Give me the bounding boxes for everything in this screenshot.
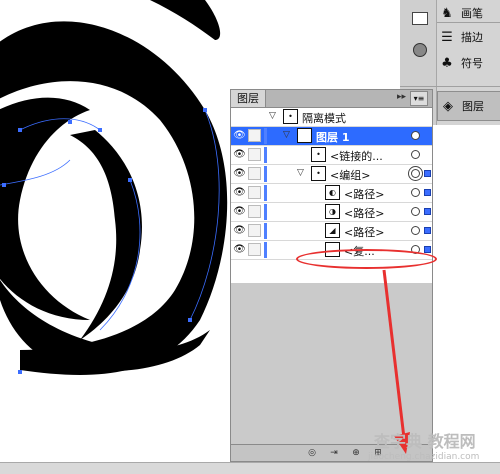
selection-square-icon[interactable]	[424, 208, 431, 215]
selection-square-icon[interactable]	[424, 227, 431, 234]
layer-color-bar	[264, 128, 267, 144]
layer-name: <路径>	[344, 226, 385, 239]
layer-row[interactable]: 👁 ▽ • <编组>	[231, 165, 432, 184]
visibility-eye-icon[interactable]: 👁	[233, 129, 246, 142]
lock-toggle[interactable]	[248, 148, 261, 161]
status-bar	[0, 462, 500, 474]
dock-divider	[437, 22, 500, 23]
lock-toggle[interactable]	[248, 167, 261, 180]
annotation-ellipse	[296, 249, 437, 269]
lock-toggle[interactable]	[248, 224, 261, 237]
symbol-icon: ♣	[441, 55, 453, 71]
dock-item-symbol[interactable]: ♣ 符号	[437, 50, 500, 76]
visibility-eye-icon[interactable]: 👁	[233, 148, 246, 161]
layer-name: <链接的...	[330, 150, 383, 163]
panel-menu-button[interactable]: ▾≡	[410, 91, 428, 106]
dock-item-label: 描边	[461, 31, 483, 44]
layer-row[interactable]: ▽ • 隔离模式	[231, 108, 432, 127]
layer-name: 隔离模式	[302, 112, 346, 125]
layer-row[interactable]: 👁 ◑ <路径>	[231, 203, 432, 222]
selection-square-icon[interactable]	[424, 189, 431, 196]
tab-layers[interactable]: 图层	[231, 90, 266, 107]
dock-item-stroke[interactable]: ☰ 描边	[437, 24, 500, 50]
layer-row[interactable]: 👁 ◐ <路径>	[231, 184, 432, 203]
visibility-eye-icon[interactable]: 👁	[233, 186, 246, 199]
target-circle-icon[interactable]	[411, 169, 420, 178]
layer-row[interactable]: 👁 ▽ • 图层 1	[231, 127, 432, 146]
layer-thumbnail: ◢	[325, 223, 340, 238]
target-circle-icon[interactable]	[411, 207, 420, 216]
layer-row[interactable]: 👁 • <链接的...	[231, 146, 432, 165]
target-circle-icon[interactable]	[411, 131, 420, 140]
layer-color-bar	[264, 166, 267, 182]
locate-object-icon[interactable]: ◎	[305, 447, 319, 459]
visibility-eye-icon[interactable]: 👁	[233, 224, 246, 237]
annotation-arrow	[382, 269, 410, 454]
lock-toggle[interactable]	[248, 186, 261, 199]
stroke-icon: ☰	[441, 29, 453, 45]
layer-thumbnail: ◐	[325, 185, 340, 200]
layer-name: <路径>	[344, 188, 385, 201]
layer-color-bar	[264, 223, 267, 239]
selection-square-icon[interactable]	[424, 170, 431, 177]
lock-toggle[interactable]	[248, 129, 261, 142]
layers-icon: ◈	[443, 98, 453, 114]
swatch-icon[interactable]	[408, 6, 432, 30]
layer-color-bar	[264, 242, 267, 258]
visibility-eye-icon[interactable]: 👁	[233, 243, 246, 256]
target-circle-icon[interactable]	[411, 188, 420, 197]
artwork	[0, 0, 228, 375]
make-clipping-mask-icon[interactable]: ⇥	[327, 447, 341, 459]
dock-item-layers[interactable]: ◈ 图层	[437, 91, 500, 121]
expand-triangle-icon[interactable]: ▽	[297, 168, 304, 178]
layer-name: 图层 1	[316, 131, 350, 144]
artboard-canvas[interactable]	[0, 0, 230, 462]
layer-thumbnail: •	[297, 128, 312, 143]
visibility-eye-icon[interactable]: 👁	[233, 167, 246, 180]
layer-thumbnail: •	[311, 147, 326, 162]
layer-name: <路径>	[344, 207, 385, 220]
layer-color-bar	[264, 204, 267, 220]
target-circle-icon[interactable]	[411, 226, 420, 235]
layer-color-bar	[264, 147, 267, 163]
visibility-eye-icon[interactable]: 👁	[233, 205, 246, 218]
layer-name: <编组>	[330, 169, 371, 182]
expand-triangle-icon[interactable]: ▽	[269, 111, 276, 121]
dock-item-label: 画笔	[461, 7, 483, 20]
target-circle-icon[interactable]	[411, 150, 420, 159]
dock-item-label: 图层	[462, 100, 484, 113]
panel-header: 图层 ▸▸ ▾≡	[231, 90, 432, 108]
lock-toggle[interactable]	[248, 243, 261, 256]
new-sublayer-icon[interactable]: ⊕	[349, 447, 363, 459]
layer-thumbnail: •	[283, 109, 298, 124]
selection-square-icon[interactable]	[424, 246, 431, 253]
layer-thumbnail: •	[311, 166, 326, 181]
dock-item-label: 符号	[461, 57, 483, 70]
dock-divider	[400, 86, 500, 87]
brush-icon: ♞	[441, 5, 453, 21]
layer-color-bar	[264, 185, 267, 201]
layer-row[interactable]: 👁 ◢ <路径>	[231, 222, 432, 241]
collapse-panel-icon[interactable]: ▸▸	[397, 92, 406, 102]
lock-toggle[interactable]	[248, 205, 261, 218]
expand-triangle-icon[interactable]: ▽	[283, 130, 290, 140]
layer-thumbnail: ◑	[325, 204, 340, 219]
appearance-icon[interactable]	[408, 38, 432, 62]
